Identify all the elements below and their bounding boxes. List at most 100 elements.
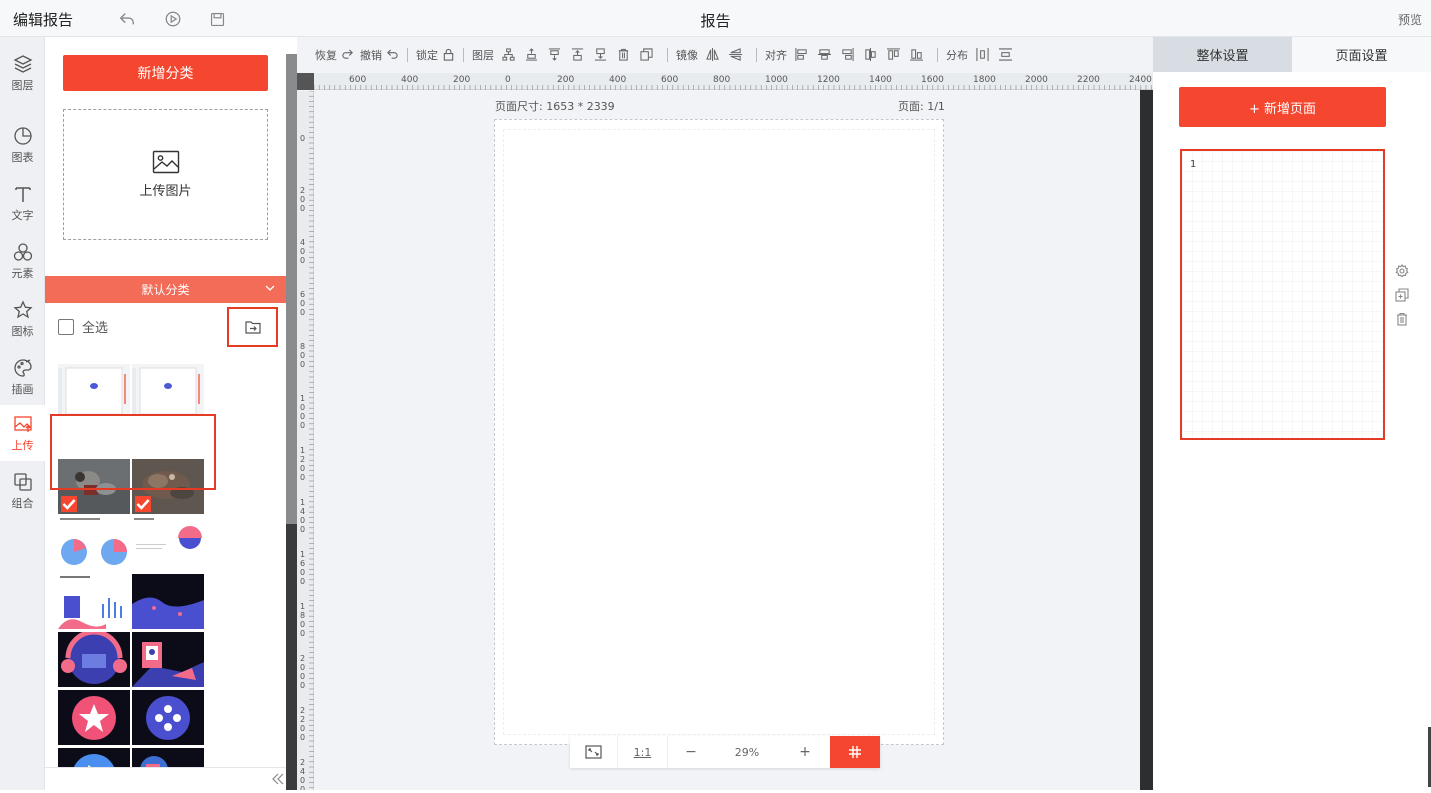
- image-thumb[interactable]: [58, 632, 130, 687]
- ruler-label: 1: [300, 498, 305, 507]
- image-thumb[interactable]: [58, 748, 130, 767]
- left-nav: 图层 图表 文字 元素 图标 插画 上传 组合: [0, 37, 45, 790]
- align-center-icon[interactable]: [818, 48, 831, 61]
- nav-item-group[interactable]: 组合: [0, 463, 45, 519]
- app-header: 编辑报告 报告 预览: [0, 0, 1431, 37]
- layer-tree-icon[interactable]: [502, 48, 515, 61]
- ruler-label: 0: [300, 681, 305, 690]
- add-category-button[interactable]: 新增分类: [63, 55, 268, 91]
- flip-vertical-icon[interactable]: [729, 48, 742, 61]
- image-thumb[interactable]: [132, 516, 204, 571]
- fit-screen-button[interactable]: [570, 736, 618, 768]
- ruler-label: 0: [300, 421, 305, 430]
- save-icon[interactable]: [208, 10, 226, 28]
- report-page-canvas[interactable]: [494, 119, 944, 745]
- align-middle-icon[interactable]: [864, 48, 877, 61]
- distribute-vertical-icon[interactable]: [999, 48, 1012, 61]
- image-thumb[interactable]: [132, 748, 204, 767]
- image-thumb[interactable]: [132, 574, 204, 629]
- grid-toggle-button[interactable]: [830, 736, 880, 768]
- upload-image-dropzone[interactable]: 上传图片: [63, 109, 268, 240]
- tab-global-settings[interactable]: 整体设置: [1153, 37, 1292, 72]
- scrollbar-thumb[interactable]: [286, 54, 297, 524]
- lock-button[interactable]: 锁定: [416, 47, 455, 63]
- image-thumb[interactable]: [58, 574, 130, 629]
- nav-label: 图表: [11, 150, 34, 164]
- copy-icon[interactable]: [640, 48, 653, 61]
- align-right-icon[interactable]: [841, 48, 854, 61]
- nav-item-upload[interactable]: 上传: [0, 405, 45, 461]
- ruler-label: 1: [300, 394, 305, 403]
- page-count-label: 页面: 1/1: [898, 100, 945, 113]
- ruler-label: 2: [300, 186, 305, 195]
- align-top-icon[interactable]: [887, 48, 900, 61]
- bring-forward-icon[interactable]: [525, 48, 538, 61]
- nav-item-text[interactable]: 文字: [0, 175, 45, 231]
- image-thumb[interactable]: [132, 364, 204, 414]
- image-thumb[interactable]: [58, 364, 130, 414]
- send-backward-icon[interactable]: [548, 48, 561, 61]
- ruler-horizontal[interactable]: 600 400 200 0 200 400 600 800 1000 1200 1400 1600 18…: [297, 73, 1153, 90]
- image-thumb[interactable]: [58, 516, 130, 571]
- canvas-scrollbar[interactable]: [1140, 90, 1153, 790]
- image-thumb[interactable]: [132, 632, 204, 687]
- delete-icon[interactable]: [617, 48, 630, 61]
- zoom-in-button[interactable]: +: [780, 736, 830, 768]
- collapse-panel-icon[interactable]: [270, 772, 286, 786]
- ruler-label: 0: [300, 785, 305, 790]
- nav-item-layers[interactable]: 图层: [0, 45, 45, 101]
- undo-button[interactable]: 撤销: [360, 47, 399, 63]
- divider: [756, 47, 757, 62]
- ruler-label: 0: [300, 204, 305, 213]
- preview-button[interactable]: 预览: [1398, 11, 1422, 28]
- text-icon: [14, 186, 31, 202]
- align-left-icon[interactable]: [795, 48, 808, 61]
- ruler-label: 1: [300, 550, 305, 559]
- duplicate-page-icon[interactable]: [1395, 288, 1409, 302]
- category-dropdown[interactable]: 默认分类: [45, 276, 286, 303]
- move-to-category-button[interactable]: [227, 307, 278, 347]
- nav-item-charts[interactable]: 图表: [0, 117, 45, 173]
- select-all-checkbox[interactable]: [58, 318, 74, 335]
- add-page-button[interactable]: + 新增页面: [1179, 87, 1386, 127]
- gear-icon[interactable]: [1395, 264, 1409, 278]
- page-thumbnail-number: 1: [1190, 159, 1197, 170]
- ruler-horizontal-ticks: 600 400 200 0 200 400 600 800 1000 1200 1400 1600 18…: [313, 75, 1152, 90]
- image-thumb[interactable]: [58, 690, 130, 745]
- ruler-label: 1000: [765, 75, 788, 85]
- image-thumb[interactable]: [132, 690, 204, 745]
- ruler-label: 1800: [973, 75, 996, 85]
- nav-item-icons[interactable]: 图标: [0, 291, 45, 347]
- ruler-label: 0: [300, 308, 305, 317]
- align-label: 对齐: [765, 48, 787, 62]
- page-thumbnail[interactable]: 1: [1180, 149, 1385, 440]
- select-all[interactable]: 全选: [58, 317, 108, 336]
- redo-button[interactable]: 恢复: [315, 47, 354, 63]
- panel-scrollbar[interactable]: [286, 54, 297, 790]
- send-to-back-icon[interactable]: [594, 48, 607, 61]
- bring-to-front-icon[interactable]: [571, 48, 584, 61]
- upload-image-label: 上传图片: [139, 184, 192, 199]
- divider: [667, 47, 668, 62]
- play-icon[interactable]: [164, 10, 182, 28]
- flip-horizontal-icon[interactable]: [706, 48, 719, 61]
- mirror-label: 镜像: [676, 48, 698, 62]
- actual-size-button[interactable]: 1:1: [618, 736, 668, 768]
- nav-item-elements[interactable]: 元素: [0, 233, 45, 289]
- align-bottom-icon[interactable]: [910, 48, 923, 61]
- tab-page-settings[interactable]: 页面设置: [1292, 37, 1431, 72]
- delete-page-icon[interactable]: [1395, 312, 1409, 326]
- zoom-out-button[interactable]: −: [668, 736, 714, 768]
- ruler-label: 0: [505, 75, 511, 85]
- distribute-horizontal-icon[interactable]: [976, 48, 989, 61]
- app-title: 编辑报告: [13, 11, 74, 29]
- ruler-vertical[interactable]: 0200400600800100012001400160018002000220…: [297, 90, 314, 793]
- shapes-icon: [13, 242, 32, 261]
- ruler-label: 0: [300, 516, 305, 525]
- distribute-group: 分布: [946, 47, 1018, 63]
- editor-toolbar: 恢复 撤销 锁定 图层 镜像 对齐 分布: [297, 37, 1153, 72]
- pie-chart-icon: [13, 126, 32, 145]
- ruler-label: 4: [300, 767, 305, 776]
- undo-icon[interactable]: [118, 10, 136, 28]
- nav-item-illustrations[interactable]: 插画: [0, 349, 45, 405]
